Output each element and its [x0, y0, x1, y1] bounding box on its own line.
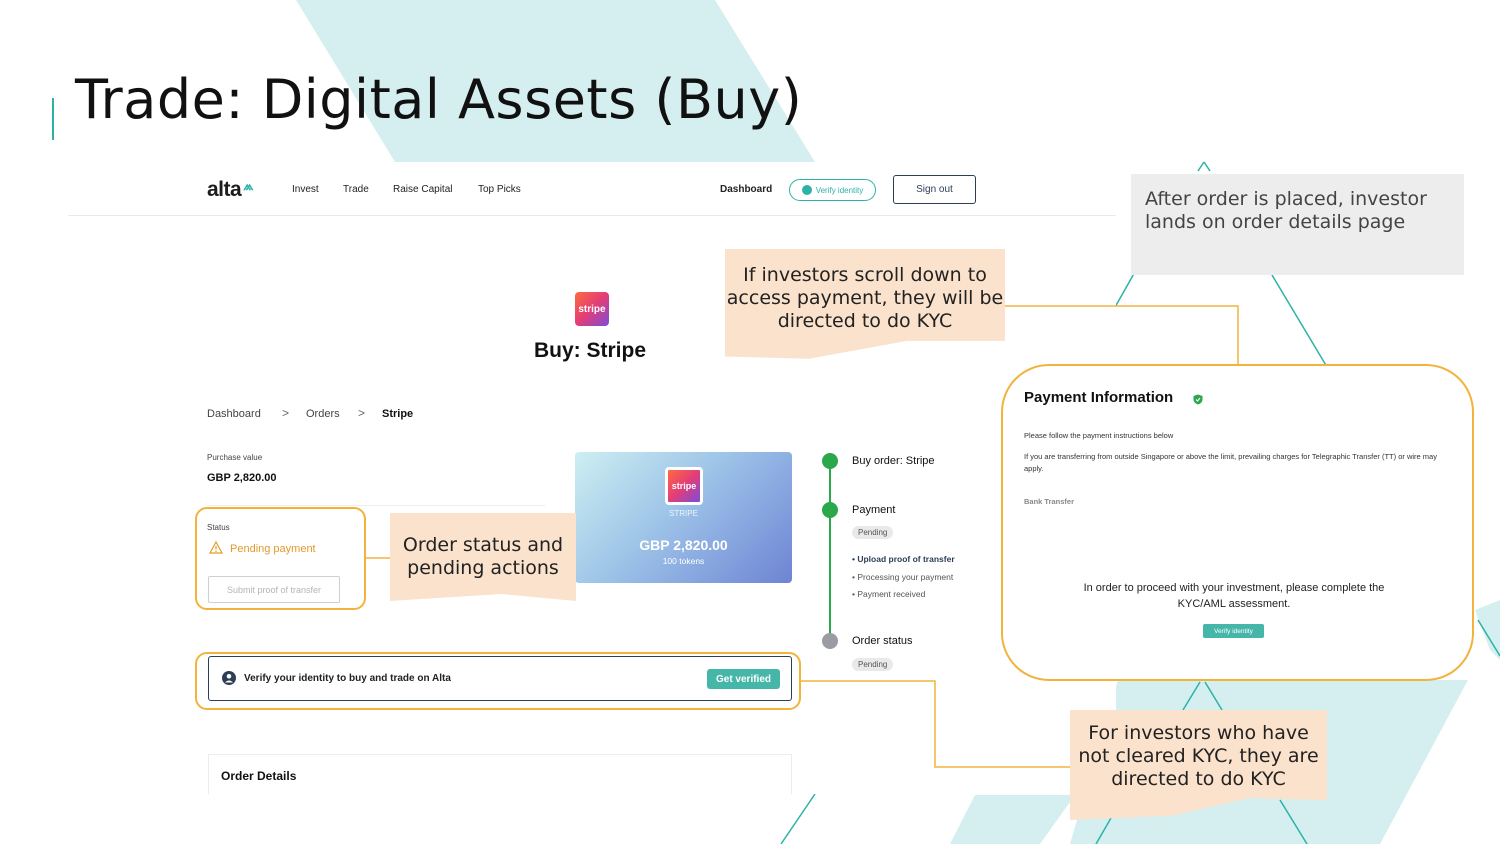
slide-title: Trade: Digital Assets (Buy): [75, 68, 803, 131]
status-badge: Pending payment: [230, 543, 316, 555]
purchase-value: GBP 2,820.00: [207, 472, 277, 484]
substep-processing: • Processing your payment: [852, 572, 954, 582]
sign-out-button[interactable]: Sign out: [893, 175, 976, 204]
user-icon: [222, 671, 236, 685]
order-details-title: Order Details: [221, 769, 297, 783]
step-complete-dot: [822, 453, 838, 469]
page-title: Buy: Stripe: [534, 339, 647, 362]
breadcrumb-dashboard[interactable]: Dashboard: [207, 408, 261, 420]
card-tokens: 100 tokens: [662, 556, 705, 566]
nav-invest[interactable]: Invest: [292, 184, 319, 195]
verify-banner-text: Verify your identity to buy and trade on…: [244, 673, 451, 684]
nav-raise-capital[interactable]: Raise Capital: [393, 184, 452, 195]
nav-trade[interactable]: Trade: [343, 184, 369, 195]
breadcrumb-separator: >: [282, 406, 290, 420]
step-payment: Payment: [852, 504, 896, 516]
breadcrumb-separator: >: [358, 406, 366, 420]
warning-icon: [209, 541, 223, 554]
card-amount: GBP 2,820.00: [639, 537, 728, 553]
stripe-card-logo: stripe: [665, 467, 703, 505]
divider: [207, 505, 545, 506]
kyc-message: In order to proceed with your investment…: [1083, 582, 1385, 610]
substep-received: • Payment received: [852, 589, 926, 599]
step-order-status: Order status: [852, 635, 913, 647]
payment-instructions: Please follow the payment instructions b…: [1024, 431, 1174, 440]
user-icon: [801, 185, 812, 195]
card-asset-name: STRIPE: [669, 509, 698, 518]
substep-upload: • Upload proof of transfer: [852, 554, 955, 564]
stripe-logo: stripe: [575, 292, 609, 326]
nav-divider: [68, 215, 1116, 216]
nav-top-picks[interactable]: Top Picks: [478, 184, 521, 195]
alta-logo[interactable]: alta ⩕: [207, 178, 253, 202]
get-verified-button[interactable]: Get verified: [707, 669, 780, 689]
annotation-order-status: Order status and pending actions: [390, 513, 576, 601]
verify-identity-pill[interactable]: Verify identity: [789, 179, 876, 201]
shield-check-icon: [1193, 394, 1203, 405]
breadcrumb-orders[interactable]: Orders: [306, 408, 340, 420]
payment-verify-identity-button[interactable]: Verify identity: [1203, 624, 1264, 638]
submit-proof-button[interactable]: Submit proof of transfer: [208, 576, 340, 603]
status-label: Status: [207, 523, 230, 532]
bank-transfer-label: Bank Transfer: [1024, 497, 1075, 506]
step-pending-dot: [822, 633, 838, 649]
order-status-badge: Pending: [852, 658, 894, 671]
progress-line: [829, 468, 831, 634]
purchase-value-label: Purchase value: [207, 453, 263, 462]
title-accent-bar: [52, 98, 54, 140]
step-payment-dot: [822, 502, 838, 518]
verify-identity-label: Verify identity: [815, 185, 864, 195]
step-buy-order: Buy order: Stripe: [852, 455, 935, 467]
alta-logo-mark: ⩕: [243, 178, 253, 193]
payment-status-badge: Pending: [852, 526, 894, 539]
payment-note: If you are transferring from outside Sin…: [1024, 452, 1437, 473]
annotation-after-order: After order is placed, investor lands on…: [1131, 174, 1464, 275]
payment-info-title: Payment Information: [1024, 389, 1174, 406]
breadcrumb-stripe: Stripe: [382, 408, 414, 420]
nav-dashboard[interactable]: Dashboard: [720, 184, 772, 195]
